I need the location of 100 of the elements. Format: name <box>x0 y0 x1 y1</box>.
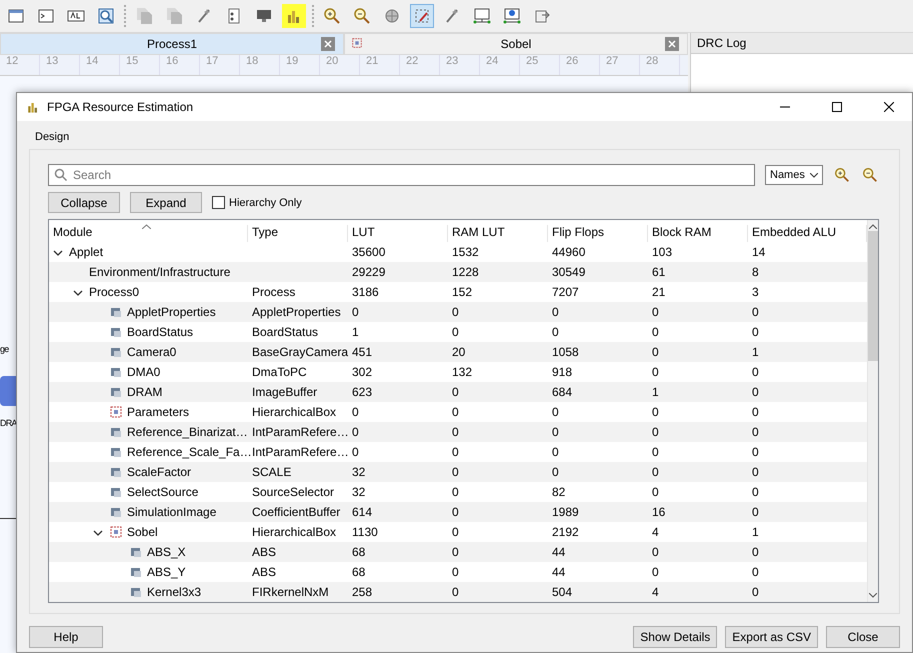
ruler-number: 25 <box>520 55 560 75</box>
block-label: ge <box>0 344 8 354</box>
table-row[interactable]: Process0 Process 3186 152 7207 21 3 <box>49 282 867 302</box>
module-cell[interactable]: DMA0 <box>49 362 248 382</box>
module-name: BoardStatus <box>127 325 194 339</box>
module-cell[interactable]: Reference_Binarizat… <box>49 422 248 442</box>
module-cell[interactable]: AppletProperties <box>49 302 248 322</box>
table-cell-text: 0 <box>751 324 760 341</box>
ruler-number: 13 <box>40 55 80 75</box>
module-icon <box>109 365 123 379</box>
table-cell-text: 0 <box>451 324 460 341</box>
scroll-down-icon[interactable] <box>869 593 877 598</box>
table-row[interactable]: Applet 35600 1532 44960 103 14 <box>49 242 867 262</box>
table-cell-text: 0 <box>651 564 660 581</box>
table-cell-text: 44960 <box>551 244 586 261</box>
table-row[interactable]: Camera0 BaseGrayCamera 451 20 1058 0 1 <box>49 342 867 362</box>
table-cell-text: 0 <box>451 424 460 441</box>
help-button[interactable]: Help <box>29 626 103 648</box>
module-cell[interactable]: Parameters <box>49 402 248 422</box>
zoom-out-icon[interactable] <box>861 166 879 184</box>
table-row[interactable]: DMA0 DmaToPC 302 132 918 0 0 <box>49 362 867 382</box>
table-cell-text: 4 <box>651 524 660 541</box>
tree-button[interactable]: Collapse <box>48 192 120 213</box>
table-cell-text: 0 <box>451 484 460 501</box>
table-cell-text: 0 <box>451 524 460 541</box>
scroll-up-icon[interactable] <box>869 224 877 229</box>
maximize-icon <box>832 102 842 112</box>
module-cell[interactable]: Environment/Infrastructure <box>49 262 248 282</box>
dialog-button[interactable]: Close <box>826 626 900 648</box>
table-row[interactable]: Environment/Infrastructure 29229 1228 30549 61 8 <box>49 262 867 282</box>
table-cell-text: DmaToPC <box>251 364 308 381</box>
table-cell-text: 0 <box>451 544 460 561</box>
tab-close-button[interactable] <box>665 37 679 51</box>
module-icon <box>109 345 123 359</box>
table-cell-text: 614 <box>351 504 374 521</box>
module-cell[interactable]: ABS_X <box>49 542 248 562</box>
module-cell[interactable]: Camera0 <box>49 342 248 362</box>
module-cell[interactable]: SimulationImage <box>49 502 248 522</box>
tab-close-button[interactable] <box>321 37 335 51</box>
table-row[interactable]: ABS_Y ABS 68 0 44 0 0 <box>49 562 867 582</box>
chevron-icon[interactable] <box>73 290 83 296</box>
checkbox[interactable] <box>212 196 225 209</box>
table-row[interactable]: ScaleFactor SCALE 32 0 0 0 0 <box>49 462 867 482</box>
table-row[interactable]: DRAM ImageBuffer 623 0 684 1 0 <box>49 382 867 402</box>
editor-tab[interactable]: Process1 <box>0 33 344 55</box>
column-header[interactable]: Type <box>248 225 348 242</box>
dialog-button[interactable]: Export as CSV <box>725 626 818 648</box>
table-cell-text: 0 <box>451 584 460 601</box>
ruler-number: 23 <box>440 55 480 75</box>
table-cell-text: FIRkernelNxM <box>251 584 330 601</box>
column-header[interactable]: Flip Flops <box>548 225 648 242</box>
editor-tab[interactable]: Sobel <box>344 33 688 55</box>
dialog-button[interactable]: Show Details <box>633 626 718 648</box>
column-header[interactable]: Module <box>49 225 248 242</box>
documents-icon <box>134 6 154 26</box>
table-cell-text: BaseGrayCamera <box>251 344 348 361</box>
table-cell-text: 0 <box>651 464 660 481</box>
column-header[interactable]: Block RAM <box>648 225 748 242</box>
zoom-in-icon[interactable] <box>833 166 851 184</box>
table-row[interactable]: BoardStatus BoardStatus 1 0 0 0 0 <box>49 322 867 342</box>
table-row[interactable]: ABS_X ABS 68 0 44 0 0 <box>49 542 867 562</box>
scrollbar[interactable] <box>867 220 878 602</box>
module-name: Applet <box>69 245 104 259</box>
table-row[interactable]: Kernel3x3 FIRkernelNxM 258 0 504 4 0 <box>49 582 867 602</box>
table-cell-text: 0 <box>751 504 760 521</box>
table-row[interactable]: SelectSource SourceSelector 32 0 82 0 0 <box>49 482 867 502</box>
search-field[interactable]: Search <box>48 164 755 186</box>
table-row[interactable]: SimulationImage CoefficientBuffer 614 0 1989 16 0 <box>49 502 867 522</box>
column-header[interactable]: RAM LUT <box>448 225 548 242</box>
module-icon <box>109 485 123 499</box>
module-cell[interactable]: Kernel3x3 <box>49 582 248 602</box>
table-row[interactable]: AppletProperties AppletProperties 0 0 0 0 0 <box>49 302 867 322</box>
table-row[interactable]: Reference_Scale_Fa…IntParamRefere… 0 0 0 0 0 <box>49 442 867 462</box>
table-cell-text: 21 <box>651 284 666 301</box>
view-dropdown[interactable]: Names <box>765 165 823 185</box>
table-row[interactable]: Sobel HierarchicalBox 1130 0 2192 4 1 <box>49 522 867 542</box>
module-name: ABS_Y <box>147 565 186 579</box>
module-cell[interactable]: DRAM <box>49 382 248 402</box>
tree-button[interactable]: Expand <box>130 192 202 213</box>
module-name: SimulationImage <box>127 505 216 519</box>
select-tool-button[interactable] <box>410 4 434 28</box>
chevron-icon[interactable] <box>93 530 103 536</box>
module-cell[interactable]: SelectSource <box>49 482 248 502</box>
table-cell-text: IntParamRefere… <box>251 424 348 441</box>
module-cell[interactable]: ScaleFactor <box>49 462 248 482</box>
module-cell[interactable]: Process0 <box>49 282 248 302</box>
table-row[interactable]: Reference_Binarizat… IntParamRefere… 0 0 0 0 0 <box>49 422 867 442</box>
ruler-number: 14 <box>80 55 120 75</box>
module-cell[interactable]: Sobel <box>49 522 248 542</box>
module-cell[interactable]: Applet <box>49 242 248 262</box>
ruler-number: 22 <box>400 55 440 75</box>
module-cell[interactable]: BoardStatus <box>49 322 248 342</box>
table-cell-text: SCALE <box>251 464 292 481</box>
chevron-icon[interactable] <box>53 250 63 256</box>
ruler-number: 26 <box>560 55 600 75</box>
table-row[interactable]: Parameters HierarchicalBox 0 0 0 0 0 <box>49 402 867 422</box>
column-header[interactable]: LUT <box>348 225 448 242</box>
module-cell[interactable]: ABS_Y <box>49 562 248 582</box>
chart-tool-button[interactable] <box>282 4 306 28</box>
table-cell-text: SourceSelector <box>251 484 336 501</box>
